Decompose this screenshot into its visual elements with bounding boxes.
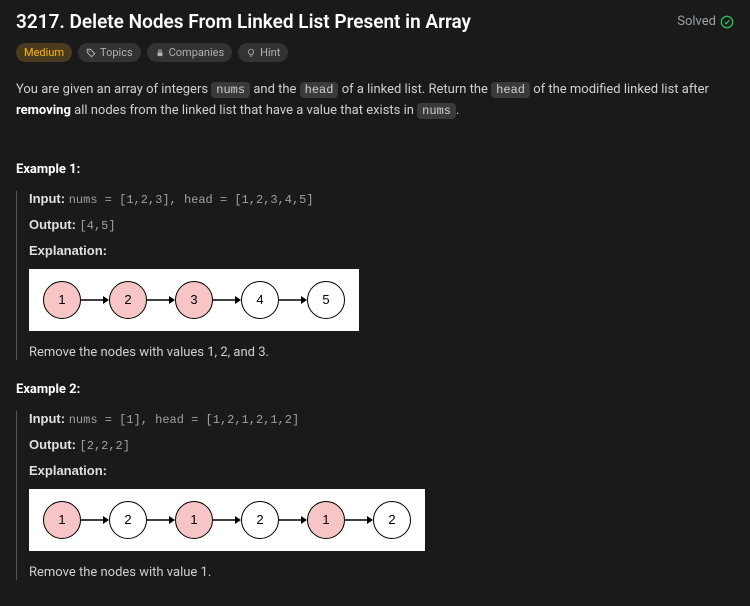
arrow-icon [213, 515, 241, 525]
inline-code: nums [417, 103, 456, 119]
lock-icon [155, 48, 165, 58]
hint-pill[interactable]: Hint [238, 43, 288, 62]
problem-description: You are given an array of integers nums … [16, 80, 734, 122]
status-badge: Solved [677, 14, 734, 29]
inline-code: nums [211, 82, 250, 98]
page-title: 3217. Delete Nodes From Linked List Pres… [16, 10, 471, 33]
linked-list-node: 1 [43, 281, 81, 319]
companies-pill[interactable]: Companies [147, 43, 233, 62]
linked-list-node: 2 [109, 281, 147, 319]
companies-label: Companies [169, 46, 225, 59]
arrow-icon [81, 515, 109, 525]
example-1-caption: Remove the nodes with values 1, 2, and 3… [29, 345, 734, 360]
linked-list-node: 1 [307, 501, 345, 539]
pills-row: Medium Topics Companies Hint [16, 43, 734, 62]
example-1-input: Input: nums = [1,2,3], head = [1,2,3,4,5… [29, 191, 734, 207]
example-1-title: Example 1: [16, 162, 734, 177]
example-2-caption: Remove the nodes with value 1. [29, 565, 734, 580]
arrow-icon [279, 295, 307, 305]
linked-list-node: 1 [43, 501, 81, 539]
arrow-icon [213, 295, 241, 305]
linked-list-node: 2 [241, 501, 279, 539]
arrow-icon [81, 295, 109, 305]
linked-list-node: 3 [175, 281, 213, 319]
tag-icon [86, 48, 96, 58]
example-2-explanation-label: Explanation: [29, 463, 734, 479]
linked-list-node: 2 [373, 501, 411, 539]
topics-pill[interactable]: Topics [78, 43, 141, 62]
linked-list-node: 4 [241, 281, 279, 319]
status-text: Solved [677, 14, 716, 29]
linked-list-node: 5 [307, 281, 345, 319]
arrow-icon [147, 295, 175, 305]
example-2-output: Output: [2,2,2] [29, 437, 734, 453]
example-1-explanation-label: Explanation: [29, 243, 734, 259]
example-1-output: Output: [4,5] [29, 217, 734, 233]
example-1-block: Input: nums = [1,2,3], head = [1,2,3,4,5… [16, 191, 734, 360]
difficulty-label: Medium [24, 46, 64, 59]
arrow-icon [279, 515, 307, 525]
example-1-diagram: 12345 [29, 269, 359, 331]
inline-code: head [300, 82, 339, 98]
linked-list-node: 1 [175, 501, 213, 539]
header: 3217. Delete Nodes From Linked List Pres… [16, 10, 734, 33]
check-circle-icon [720, 15, 734, 29]
arrow-icon [147, 515, 175, 525]
hint-label: Hint [260, 46, 280, 59]
example-2-block: Input: nums = [1], head = [1,2,1,2,1,2] … [16, 411, 734, 580]
difficulty-pill[interactable]: Medium [16, 43, 72, 62]
linked-list-node: 2 [109, 501, 147, 539]
lightbulb-icon [246, 48, 256, 58]
example-2-input: Input: nums = [1], head = [1,2,1,2,1,2] [29, 411, 734, 427]
example-2-title: Example 2: [16, 382, 734, 397]
example-2-diagram: 121212 [29, 489, 425, 551]
inline-code: head [491, 82, 530, 98]
arrow-icon [345, 515, 373, 525]
topics-label: Topics [100, 46, 133, 59]
